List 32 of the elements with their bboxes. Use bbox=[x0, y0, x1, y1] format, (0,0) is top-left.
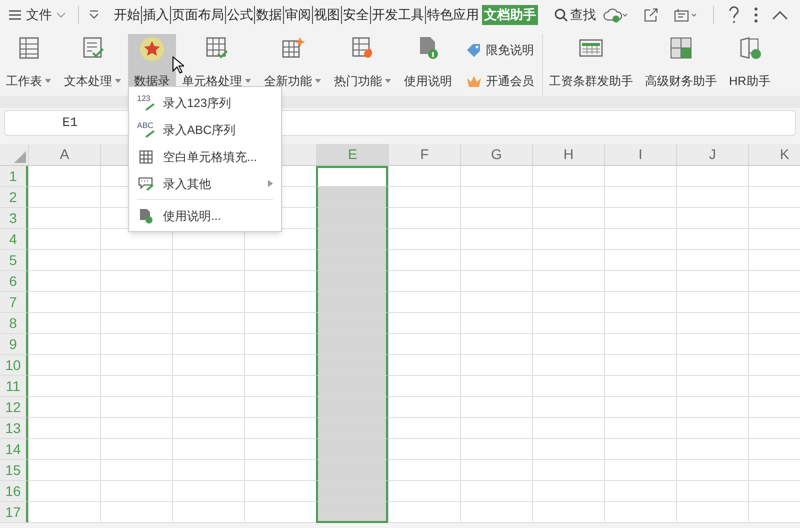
menu-item[interactable]: ABC 录入ABC序列 bbox=[129, 116, 281, 143]
menu-item[interactable]: 空白单元格填充... bbox=[129, 143, 281, 170]
ribbon-tab[interactable]: 开始 bbox=[113, 5, 141, 25]
search-button[interactable]: 查找 bbox=[554, 5, 596, 25]
ribbon-tab[interactable]: 页面布局 bbox=[171, 5, 225, 25]
ribbon-button[interactable]: 热门功能 bbox=[328, 34, 398, 96]
ribbon-small-button[interactable]: 开通会员 bbox=[466, 72, 534, 90]
column-header[interactable]: I bbox=[604, 144, 676, 165]
ribbon-button[interactable]: 高级财务助手 bbox=[639, 34, 723, 96]
ribbon-button[interactable]: 工资条群发助手 bbox=[543, 34, 639, 96]
ribbon-tab[interactable]: 数据 bbox=[255, 5, 283, 25]
ribbon-button[interactable]: HR助手 bbox=[723, 34, 776, 96]
ribbon-button[interactable]: 使用说明 bbox=[398, 34, 458, 96]
ribbon-small-button[interactable]: 限免说明 bbox=[466, 40, 534, 58]
ribbon-tab[interactable]: 公式 bbox=[226, 5, 254, 25]
menu-item[interactable]: 使用说明... bbox=[129, 202, 281, 229]
menu-item[interactable]: 录入其他 bbox=[129, 170, 281, 197]
column-header[interactable]: J bbox=[676, 144, 748, 165]
column-header[interactable]: F bbox=[388, 144, 460, 165]
ribbon-tab[interactable]: 插入 bbox=[142, 5, 170, 25]
ribbon-tab[interactable]: 开发工具 bbox=[371, 5, 425, 25]
column-header[interactable]: G bbox=[460, 144, 532, 165]
ribbon-button[interactable]: 工作表 bbox=[0, 34, 58, 96]
ribbon-tab[interactable]: 审阅 bbox=[284, 5, 312, 25]
ribbon-tab[interactable]: 安全 bbox=[342, 5, 370, 25]
ribbon-tab[interactable]: 视图 bbox=[313, 5, 341, 25]
column-header[interactable]: H bbox=[532, 144, 604, 165]
ribbon-button[interactable]: 文本处理 bbox=[58, 34, 128, 96]
column-header[interactable]: A bbox=[28, 144, 100, 165]
ribbon-tab[interactable]: 特色应用 bbox=[426, 5, 480, 25]
file-menu-button[interactable]: 文件 bbox=[0, 0, 74, 30]
column-header[interactable]: K bbox=[748, 144, 800, 165]
